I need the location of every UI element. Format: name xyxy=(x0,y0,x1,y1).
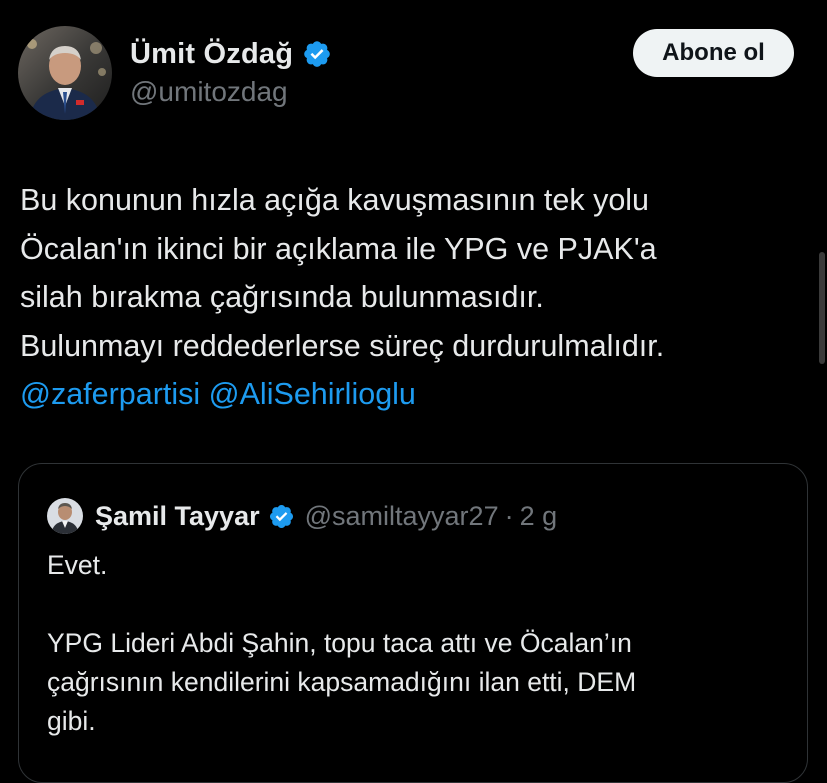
quoted-tweet-line: Evet. xyxy=(47,550,108,580)
tweet-line: silah bırakma çağrısında bulunmasıdır. xyxy=(20,280,544,314)
quoted-tweet-time[interactable]: 2 g xyxy=(520,501,558,532)
mention-link-zaferpartisi[interactable]: @zaferpartisi xyxy=(20,377,200,411)
tweet-line: Bulunmayı reddederlerse süreç durdurulma… xyxy=(20,328,665,363)
quoted-tweet-text: Evet. YPG Lideri Abdi Şahin, topu taca a… xyxy=(47,546,787,741)
quoted-tweet-line: gibi. xyxy=(47,706,96,736)
profile-photo-icon xyxy=(47,498,83,534)
quoted-tweet-line: çağrısının kendilerini kapsamadığını ila… xyxy=(47,667,637,697)
tweet-text: Bu konunun hızla açığa kavuşmasının tek … xyxy=(20,176,810,419)
verified-badge-icon[interactable] xyxy=(268,503,295,530)
quoted-tweet-line: YPG Lideri Abdi Şahin, topu taca attı ve… xyxy=(47,628,632,658)
author-avatar[interactable] xyxy=(18,26,112,120)
tweet-line: Öcalan'ın ikinci bir açıklama ile YPG ve… xyxy=(20,231,657,266)
verified-badge-icon[interactable] xyxy=(302,39,332,69)
author-display-name[interactable]: Ümit Özdağ xyxy=(130,38,293,71)
author-handle[interactable]: @umitozdag xyxy=(130,76,288,108)
scrollbar-thumb[interactable] xyxy=(819,252,825,364)
quoted-tweet-header: Şamil Tayyar @samiltayyar27 · 2 g xyxy=(47,498,557,534)
quoted-author-avatar[interactable] xyxy=(47,498,83,534)
profile-photo-icon xyxy=(18,26,112,120)
tweet-line: Bu konunun hızla açığa kavuşmasının tek … xyxy=(20,183,650,217)
follow-button[interactable]: Abone ol xyxy=(633,29,794,77)
author-name-row: Ümit Özdağ xyxy=(130,34,332,74)
mentions-line: @zaferpartisi @AliSehirlioglu xyxy=(20,370,810,419)
quoted-tweet-card[interactable]: Şamil Tayyar @samiltayyar27 · 2 g Evet. … xyxy=(18,463,808,783)
quoted-author-name[interactable]: Şamil Tayyar xyxy=(95,501,260,532)
separator-dot: · xyxy=(504,500,514,531)
mention-link-alisehirlioglu[interactable]: @AliSehirlioglu xyxy=(209,377,416,411)
quoted-author-handle[interactable]: @samiltayyar27 xyxy=(305,501,499,532)
